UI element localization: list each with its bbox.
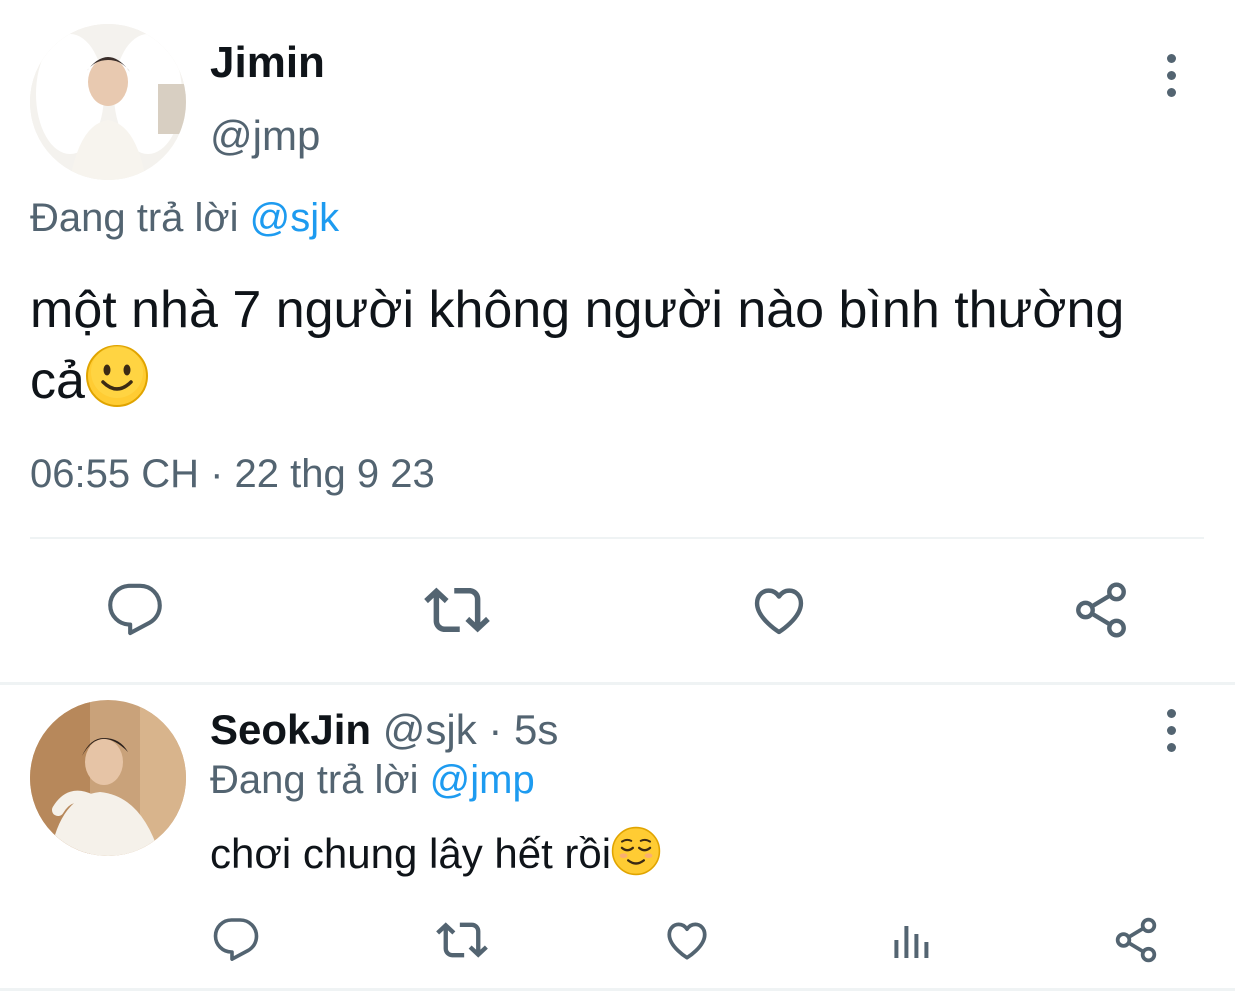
divider [30,537,1204,539]
avatar[interactable] [30,700,186,856]
main-tweet: Jimin @jmp Đang trả lời @sjk một nhà 7 n… [0,0,1235,682]
retweet-button[interactable] [420,578,494,642]
replying-to-label: Đang trả lời [210,758,430,802]
reply-header: SeokJin @sjk · 5s [210,706,558,754]
retweet-icon [424,587,490,633]
section-separator [0,682,1235,685]
retweet-button[interactable] [432,912,492,968]
share-icon [1115,917,1157,963]
display-name[interactable]: Jimin [210,38,325,88]
replying-to-line: Đang trả lời @sjk [30,196,339,241]
replying-to-mention[interactable]: @jmp [430,758,535,802]
tweet-thread-screen: Jimin @jmp Đang trả lời @sjk một nhà 7 n… [0,0,1235,993]
analytics-button[interactable] [884,912,940,968]
meta-separator: · [476,706,515,753]
avatar-seokjin-image [30,700,186,856]
like-button[interactable] [658,912,716,968]
replying-to-mention[interactable]: @sjk [250,196,340,240]
more-options-icon[interactable] [1151,700,1191,760]
display-name[interactable]: SeokJin [210,706,371,753]
reply-body: chơi chung lây hết rồi [210,830,612,877]
like-icon [667,922,707,960]
reply-button[interactable] [100,578,170,642]
share-button[interactable] [1066,578,1136,642]
avatar[interactable] [30,24,186,180]
tweet-body: một nhà 7 người không người nào bình thư… [30,281,1125,410]
tweet-text: một nhà 7 người không người nào bình thư… [30,276,1180,425]
analytics-icon [894,926,929,958]
reply-icon [108,583,162,636]
user-handle[interactable]: @jmp [210,112,320,160]
bottom-divider [0,988,1235,991]
replying-to-line: Đang trả lời @jmp [210,758,535,803]
replying-to-label: Đang trả lời [30,196,250,240]
time-ago[interactable]: 5s [514,706,558,753]
slightly-smiling-face-icon [85,344,149,425]
share-button[interactable] [1108,912,1164,968]
reply-button[interactable] [208,912,264,968]
share-icon [1076,582,1126,638]
more-options-icon[interactable] [1151,45,1191,105]
reply-text: chơi chung lây hết rồi [210,826,661,886]
like-button[interactable] [742,578,816,642]
reply-icon [213,918,259,961]
relieved-face-icon [611,826,661,886]
user-handle[interactable]: @sjk [371,706,477,753]
retweet-icon [436,922,488,958]
like-icon [754,588,804,635]
tweet-timestamp[interactable]: 06:55 CH · 22 thg 9 23 [30,452,435,497]
avatar-jimin-image [30,24,186,180]
